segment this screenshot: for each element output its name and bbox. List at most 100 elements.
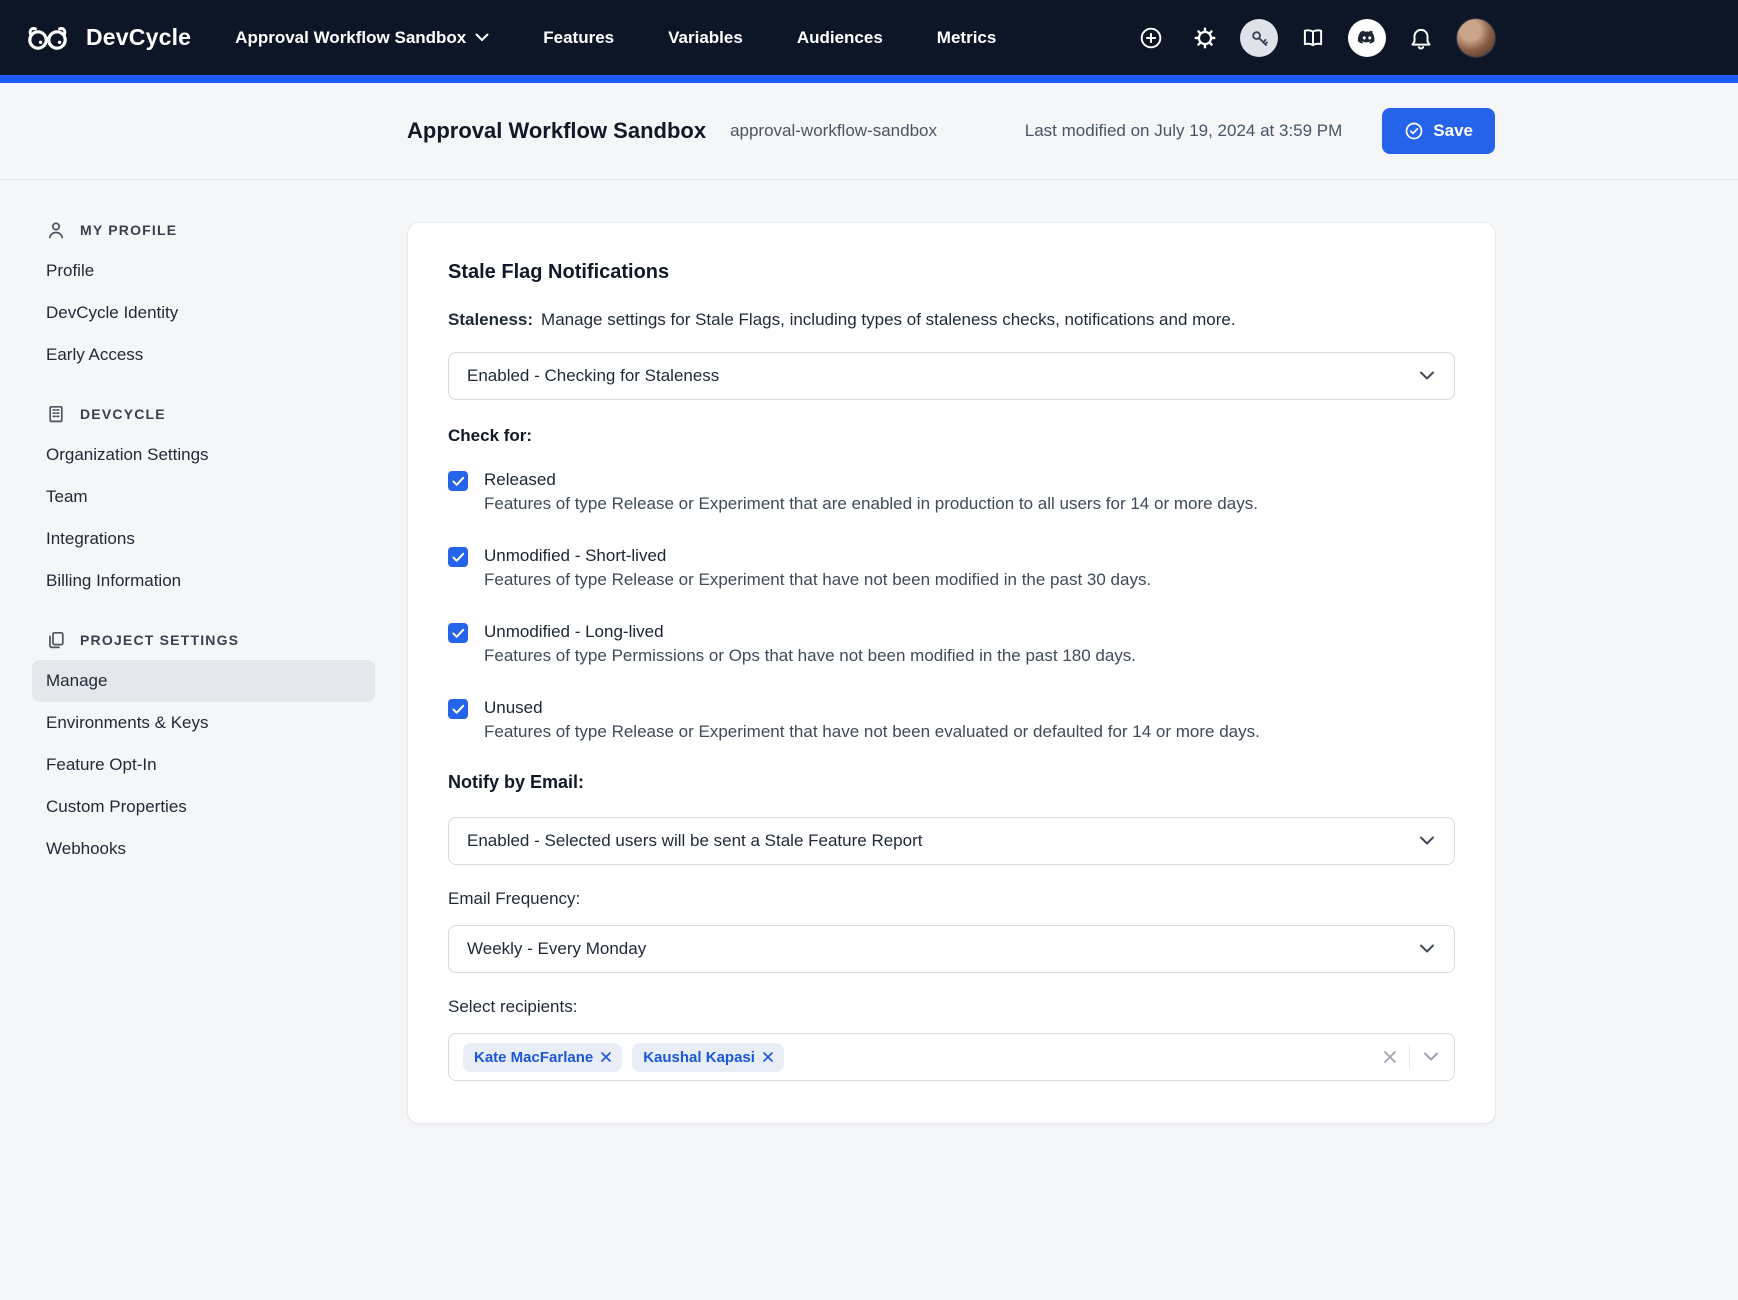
chevron-down-icon: [1418, 370, 1436, 382]
unmodified-short-lived-checkbox[interactable]: [448, 547, 468, 567]
brand-name: DevCycle: [86, 24, 191, 51]
section-header-devcycle: DEVCYCLE: [32, 404, 375, 424]
email-frequency-label: Email Frequency:: [448, 889, 1455, 909]
last-modified-text: Last modified on July 19, 2024 at 3:59 P…: [1025, 121, 1343, 141]
page-slug: approval-workflow-sandbox: [730, 121, 937, 141]
card-title: Stale Flag Notifications: [448, 261, 1455, 284]
discord-icon[interactable]: [1348, 19, 1386, 57]
check-title: Released: [484, 468, 1258, 492]
check-description: Features of type Release or Experiment t…: [484, 720, 1260, 744]
user-avatar[interactable]: [1456, 18, 1496, 58]
section-header-my-profile: MY PROFILE: [32, 220, 375, 240]
settings-icon[interactable]: [1186, 19, 1224, 57]
primary-nav: Features Variables Audiences Metrics: [543, 28, 996, 48]
staleness-select-value: Enabled - Checking for Staleness: [467, 366, 719, 386]
released-checkbox[interactable]: [448, 471, 468, 491]
staleness-label: Staleness:: [448, 310, 533, 329]
check-circle-icon: [1404, 121, 1424, 141]
recipient-chip: Kate MacFarlane: [463, 1043, 622, 1072]
check-title: Unmodified - Short-lived: [484, 544, 1151, 568]
app-body: MY PROFILE Profile DevCycle Identity Ear…: [0, 180, 1738, 1124]
check-item-unmodified-long-lived: Unmodified - Long-lived Features of type…: [448, 620, 1455, 668]
sidebar-item-environments-keys[interactable]: Environments & Keys: [32, 702, 375, 744]
api-key-icon[interactable]: [1240, 19, 1278, 57]
check-title: Unused: [484, 696, 1260, 720]
divider: [1409, 1045, 1410, 1069]
unused-checkbox[interactable]: [448, 699, 468, 719]
check-item-unmodified-short-lived: Unmodified - Short-lived Features of typ…: [448, 544, 1455, 592]
section-title: PROJECT SETTINGS: [80, 632, 239, 648]
email-frequency-select[interactable]: Weekly - Every Monday: [448, 925, 1455, 973]
chevron-down-icon: [475, 33, 489, 42]
top-navbar: DevCycle Approval Workflow Sandbox Featu…: [0, 0, 1738, 75]
recipient-name: Kate MacFarlane: [474, 1049, 593, 1066]
accent-bar: [0, 75, 1738, 83]
devcycle-logo[interactable]: DevCycle: [24, 23, 191, 53]
nav-audiences[interactable]: Audiences: [797, 28, 883, 48]
sidebar-item-integrations[interactable]: Integrations: [32, 518, 375, 560]
multiselect-controls: [1383, 1045, 1440, 1069]
docs-icon[interactable]: [1294, 19, 1332, 57]
unmodified-long-lived-checkbox[interactable]: [448, 623, 468, 643]
clear-recipients-icon[interactable]: [1383, 1050, 1397, 1064]
check-item-unused: Unused Features of type Release or Exper…: [448, 696, 1455, 744]
notify-by-email-select[interactable]: Enabled - Selected users will be sent a …: [448, 817, 1455, 865]
chevron-down-icon: [1418, 943, 1436, 955]
recipient-name: Kaushal Kapasi: [643, 1049, 755, 1066]
nav-metrics[interactable]: Metrics: [937, 28, 997, 48]
pages-icon: [46, 630, 66, 650]
sidebar-item-devcycle-identity[interactable]: DevCycle Identity: [32, 292, 375, 334]
main-content: Stale Flag Notifications Staleness: Manag…: [407, 180, 1496, 1124]
sidebar-item-organization-settings[interactable]: Organization Settings: [32, 434, 375, 476]
sidebar-item-feature-opt-in[interactable]: Feature Opt-In: [32, 744, 375, 786]
sidebar-item-manage[interactable]: Manage: [32, 660, 375, 702]
recipients-multiselect[interactable]: Kate MacFarlane Kaushal Kapasi: [448, 1033, 1455, 1081]
sidebar-item-custom-properties[interactable]: Custom Properties: [32, 786, 375, 828]
check-item-released: Released Features of type Release or Exp…: [448, 468, 1455, 516]
page-header-inner: Approval Workflow Sandbox approval-workf…: [407, 83, 1495, 179]
sidebar-item-early-access[interactable]: Early Access: [32, 334, 375, 376]
remove-recipient-icon[interactable]: [601, 1052, 611, 1062]
notify-select-value: Enabled - Selected users will be sent a …: [467, 831, 922, 851]
save-button[interactable]: Save: [1382, 108, 1495, 154]
sidebar-item-billing-information[interactable]: Billing Information: [32, 560, 375, 602]
sidebar-section-my-profile: MY PROFILE Profile DevCycle Identity Ear…: [32, 220, 375, 376]
person-icon: [46, 220, 66, 240]
check-title: Unmodified - Long-lived: [484, 620, 1136, 644]
nav-variables[interactable]: Variables: [668, 28, 743, 48]
chevron-down-icon: [1418, 835, 1436, 847]
check-description: Features of type Release or Experiment t…: [484, 492, 1258, 516]
sidebar-section-devcycle: DEVCYCLE Organization Settings Team Inte…: [32, 404, 375, 602]
sidebar-item-profile[interactable]: Profile: [32, 250, 375, 292]
save-button-label: Save: [1433, 121, 1473, 141]
section-header-project-settings: PROJECT SETTINGS: [32, 630, 375, 650]
notify-by-email-label: Notify by Email:: [448, 772, 1455, 793]
staleness-select[interactable]: Enabled - Checking for Staleness: [448, 352, 1455, 400]
sidebar-section-project-settings: PROJECT SETTINGS Manage Environments & K…: [32, 630, 375, 870]
chevron-down-icon[interactable]: [1422, 1051, 1440, 1063]
page-title: Approval Workflow Sandbox: [407, 118, 706, 144]
nav-features[interactable]: Features: [543, 28, 614, 48]
stale-flag-notifications-card: Stale Flag Notifications Staleness: Manag…: [407, 222, 1496, 1124]
sidebar-item-webhooks[interactable]: Webhooks: [32, 828, 375, 870]
page-header: Approval Workflow Sandbox approval-workf…: [0, 83, 1738, 180]
devcycle-goggles-icon: [24, 23, 76, 53]
navbar-actions: [1132, 18, 1496, 58]
settings-sidebar: MY PROFILE Profile DevCycle Identity Ear…: [0, 180, 407, 898]
staleness-description: Staleness: Manage settings for Stale Flag…: [448, 310, 1455, 330]
recipient-chip: Kaushal Kapasi: [632, 1043, 784, 1072]
select-recipients-label: Select recipients:: [448, 997, 1455, 1017]
check-description: Features of type Permissions or Ops that…: [484, 644, 1136, 668]
section-title: DEVCYCLE: [80, 406, 166, 422]
navbar-inner: DevCycle Approval Workflow Sandbox Featu…: [24, 18, 1496, 58]
section-title: MY PROFILE: [80, 222, 177, 238]
notifications-icon[interactable]: [1402, 19, 1440, 57]
project-selector[interactable]: Approval Workflow Sandbox: [235, 28, 489, 48]
staleness-description-text: Manage settings for Stale Flags, includi…: [541, 310, 1236, 329]
check-for-label: Check for:: [448, 426, 1455, 446]
add-icon[interactable]: [1132, 19, 1170, 57]
sidebar-item-team[interactable]: Team: [32, 476, 375, 518]
remove-recipient-icon[interactable]: [763, 1052, 773, 1062]
email-frequency-value: Weekly - Every Monday: [467, 939, 646, 959]
check-description: Features of type Release or Experiment t…: [484, 568, 1151, 592]
